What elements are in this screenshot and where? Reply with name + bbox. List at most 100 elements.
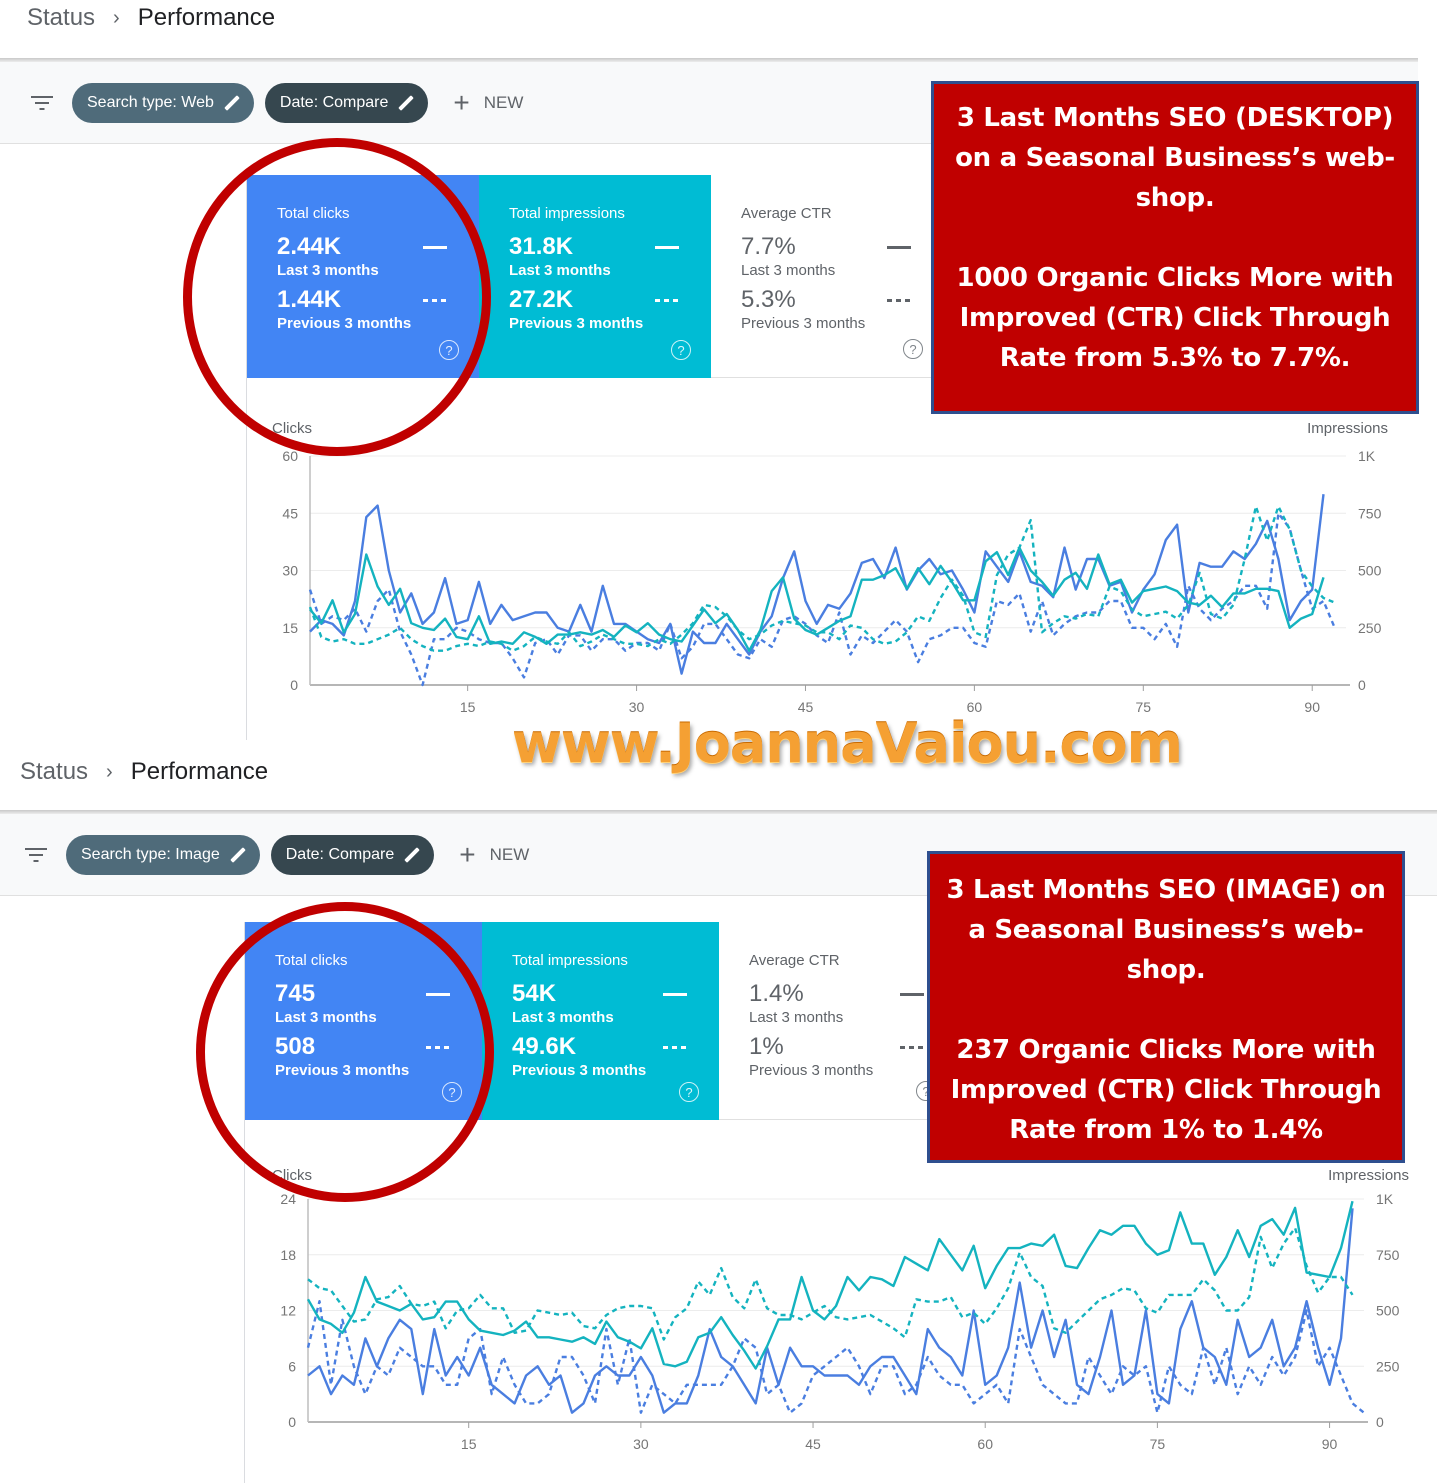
plus-icon: + — [459, 838, 476, 870]
y2-tick-label: 250 — [1358, 620, 1382, 636]
x-tick-label: 15 — [460, 699, 476, 715]
current-value: 54K — [512, 980, 557, 1007]
y-axis-title-impressions: Impressions — [1328, 1167, 1409, 1184]
y2-tick-label: 500 — [1376, 1303, 1400, 1319]
date-chip[interactable]: Date: Compare — [270, 834, 435, 875]
metric-cards: Total clicks 745 Last 3 months 508 Previ… — [245, 922, 956, 1120]
previous-label: Previous 3 months — [509, 315, 644, 332]
total-clicks-card[interactable]: Total clicks 2.44K Last 3 months 1.44K P… — [247, 175, 479, 378]
y-tick-label: 18 — [280, 1247, 296, 1263]
y-tick-label: 60 — [282, 448, 298, 464]
annotation-callout: 3 Last Months SEO (DESKTOP) on a Seasona… — [931, 81, 1419, 414]
search-type-chip[interactable]: Search type: Web — [72, 82, 254, 123]
new-filter-label: NEW — [483, 92, 524, 112]
breadcrumb: Status › Performance — [20, 758, 268, 786]
plus-icon: + — [453, 86, 470, 118]
pencil-icon — [224, 95, 240, 111]
page-title: Performance — [137, 4, 276, 31]
x-tick-label: 90 — [1304, 699, 1320, 715]
card-title: Average CTR — [749, 952, 840, 969]
total-clicks-card[interactable]: Total clicks 745 Last 3 months 508 Previ… — [245, 922, 482, 1120]
y-tick-label: 0 — [288, 1414, 296, 1430]
date-chip-label: Date: Compare — [285, 845, 395, 863]
y2-tick-label: 0 — [1358, 677, 1366, 693]
current-value: 745 — [275, 980, 316, 1007]
annotation-callout: 3 Last Months SEO (IMAGE) on a Seasonal … — [927, 851, 1405, 1163]
current-value: 7.7% — [741, 233, 796, 260]
dashed-line-icon — [655, 298, 679, 302]
y-tick-label: 24 — [280, 1191, 296, 1207]
help-icon[interactable]: ? — [439, 340, 459, 360]
filter-icon[interactable] — [30, 94, 54, 112]
new-filter-button[interactable]: + NEW — [453, 86, 524, 118]
current-label: Last 3 months — [741, 262, 836, 279]
card-title: Total clicks — [277, 205, 350, 222]
pencil-icon — [404, 847, 420, 863]
current-value: 31.8K — [509, 233, 574, 260]
series-line-impressions-last-3-months — [309, 546, 1325, 652]
x-tick-label: 90 — [1322, 1436, 1338, 1452]
chevron-right-icon: › — [106, 760, 113, 783]
page-title: Performance — [130, 758, 269, 785]
previous-label: Previous 3 months — [749, 1062, 874, 1079]
new-filter-button[interactable]: + NEW — [459, 838, 530, 870]
search-type-chip[interactable]: Search type: Image — [66, 834, 260, 875]
series-line-impressions-last-3-months — [306, 1200, 1354, 1370]
current-value: 1.4% — [749, 980, 804, 1007]
previous-value: 27.2K — [509, 286, 574, 313]
series-line-clicks-last-3-months — [309, 494, 1325, 675]
performance-panel-image: Status › Performance Search type: Image … — [0, 752, 1437, 1483]
total-impressions-card[interactable]: Total impressions 54K Last 3 months 49.6… — [482, 922, 719, 1120]
dashed-line-icon — [423, 298, 447, 302]
current-label: Last 3 months — [749, 1009, 844, 1026]
y-tick-label: 45 — [282, 505, 298, 521]
y2-tick-label: 1K — [1358, 448, 1376, 464]
metric-cards: Total clicks 2.44K Last 3 months 1.44K P… — [247, 175, 943, 378]
y-axis-title-clicks: Clicks — [272, 420, 312, 437]
performance-panel-web: Status › Performance Search type: Web Da… — [0, 0, 1437, 740]
date-chip[interactable]: Date: Compare — [264, 82, 429, 123]
solid-line-icon — [655, 245, 679, 249]
search-type-chip-label: Search type: Web — [87, 93, 214, 111]
previous-value: 49.6K — [512, 1033, 577, 1060]
date-chip-label: Date: Compare — [279, 93, 389, 111]
new-filter-label: NEW — [489, 844, 530, 864]
filter-icon[interactable] — [24, 846, 48, 864]
callout-headline: 3 Last Months SEO (DESKTOP) on a Seasona… — [955, 103, 1395, 213]
average-ctr-card[interactable]: Average CTR 1.4% Last 3 months 1% Previo… — [719, 922, 956, 1120]
y2-tick-label: 500 — [1358, 563, 1382, 579]
help-icon[interactable]: ? — [679, 1082, 699, 1102]
previous-value: 1.44K — [277, 286, 342, 313]
y2-tick-label: 0 — [1376, 1414, 1384, 1430]
x-tick-label: 45 — [805, 1436, 821, 1452]
card-title: Total impressions — [512, 952, 628, 969]
chart-canvas: 01530456002505007501K15 30 45 60 75 90 — [282, 448, 1382, 715]
help-icon[interactable]: ? — [671, 340, 691, 360]
pencil-icon — [230, 847, 246, 863]
performance-chart-image: 0 6 12 18 24 0 250 500 750 1K 15 30 45 60 75 90 Clicks … — [244, 1157, 1437, 1483]
callout-detail: 1000 Organic Clicks More with Improved (… — [956, 263, 1394, 373]
previous-value: 508 — [275, 1033, 316, 1060]
previous-label: Previous 3 months — [512, 1062, 647, 1079]
help-icon[interactable]: ? — [903, 339, 923, 359]
current-label: Last 3 months — [275, 1009, 377, 1026]
total-impressions-card[interactable]: Total impressions 31.8K Last 3 months 27… — [479, 175, 711, 378]
dashed-line-icon — [887, 298, 911, 302]
series-line-clicks-previous-3-months — [308, 512, 1336, 687]
dashed-line-icon — [900, 1045, 924, 1049]
y-axis-title-clicks: Clicks — [272, 1167, 312, 1184]
previous-label: Previous 3 months — [741, 315, 866, 332]
y-tick-label: 6 — [288, 1358, 296, 1374]
y2-tick-label: 1K — [1376, 1191, 1394, 1207]
card-title: Average CTR — [741, 205, 832, 222]
y-axis-title-impressions: Impressions — [1307, 420, 1388, 437]
average-ctr-card[interactable]: Average CTR 7.7% Last 3 months 5.3% Prev… — [711, 175, 943, 378]
solid-line-icon — [663, 992, 687, 996]
breadcrumb: Status › Performance — [27, 4, 275, 32]
breadcrumb-status-link[interactable]: Status — [20, 758, 88, 786]
card-title: Total impressions — [509, 205, 625, 222]
breadcrumb-status-link[interactable]: Status — [27, 4, 95, 32]
current-label: Last 3 months — [512, 1009, 614, 1026]
help-icon[interactable]: ? — [442, 1082, 462, 1102]
watermark-text: www.JoannaVaiou.com — [512, 712, 1183, 775]
